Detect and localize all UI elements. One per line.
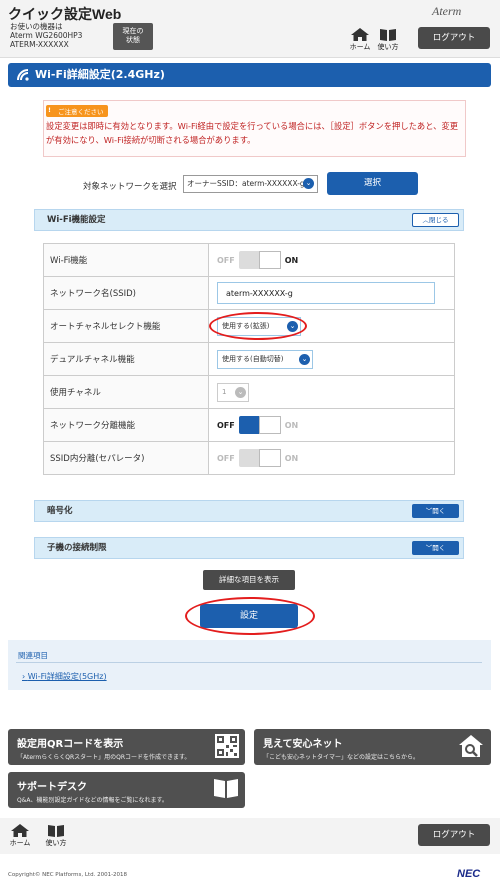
- app-title: クイック設定Web: [8, 6, 122, 22]
- logout-button[interactable]: ログアウト: [418, 27, 490, 49]
- collapse-button[interactable]: ︿閉じる: [412, 213, 459, 227]
- qr-code-icon: [215, 734, 239, 758]
- target-network-select[interactable]: オーナーSSID：aterm-XXXXXX-g ⌄: [183, 175, 318, 193]
- related-items: 関連項目 › Wi-Fi詳細設定(5GHz): [8, 640, 491, 690]
- header: クイック設定Web お使いの機器は Aterm WG2600HP3 ATERM-…: [0, 0, 500, 58]
- chevron-down-icon: ⌄: [235, 386, 246, 398]
- copyright: Copyright© NEC Platforms, Ltd. 2001-2018: [8, 872, 128, 878]
- footer-bar: ホーム 使い方 ログアウト: [0, 818, 500, 854]
- select-network-button[interactable]: 選択: [327, 172, 418, 195]
- row-label: ネットワーク名(SSID): [43, 276, 209, 310]
- howto-button[interactable]: 使い方: [376, 28, 400, 52]
- row-label: SSID内分離(セパレータ): [43, 441, 209, 475]
- qr-code-card[interactable]: 設定用QRコードを表示 「AtermらくらくQRスタート」用のQRコードを作成で…: [8, 729, 245, 765]
- chevron-down-icon: ⌄: [303, 178, 314, 189]
- home-button[interactable]: ホーム: [348, 28, 372, 52]
- ssid-separator-toggle[interactable]: OFF ON: [217, 449, 298, 467]
- ssid-input[interactable]: [217, 282, 435, 304]
- row-label: Wi-Fi機能: [43, 243, 209, 277]
- book-icon: [214, 779, 238, 798]
- table-row: ネットワーク名(SSID): [43, 276, 455, 310]
- device-info: お使いの機器は Aterm WG2600HP3 ATERM-XXXXXX: [10, 22, 83, 49]
- row-label: オートチャネルセレクト機能: [43, 309, 209, 343]
- home-search-icon: [459, 735, 483, 757]
- row-label: 使用チャネル: [43, 375, 209, 409]
- safety-net-card[interactable]: 見えて安心ネット 「こども安心ネットタイマー」などの設定はこちらから。: [254, 729, 491, 765]
- wifi-function-panel-header: Wi-Fi機能設定 ︿閉じる: [34, 209, 464, 231]
- home-button[interactable]: ホーム: [8, 824, 32, 848]
- highlight-ring: [209, 312, 307, 340]
- highlight-ring: [185, 597, 315, 635]
- howto-button[interactable]: 使い方: [44, 824, 68, 848]
- expand-button[interactable]: ﹀開く: [412, 504, 459, 518]
- nec-logo: NEC: [457, 868, 481, 880]
- aterm-logo: Aterm: [432, 4, 462, 18]
- related-link-5ghz[interactable]: › Wi-Fi詳細設定(5GHz): [22, 671, 107, 682]
- wifi-icon: [17, 69, 29, 81]
- network-isolation-toggle[interactable]: OFF ON: [217, 416, 298, 434]
- table-row: デュアルチャネル機能 使用する(自動切替) ⌄: [43, 342, 455, 376]
- page-title: Wi-Fi詳細設定(2.4GHz): [35, 68, 165, 81]
- table-row: Wi-Fi機能 OFF ON: [43, 243, 455, 277]
- table-row: ネットワーク分離機能 OFF ON: [43, 408, 455, 442]
- table-row: 使用チャネル 1 ⌄: [43, 375, 455, 409]
- support-desk-card[interactable]: サポートデスク Q&A、機能別設定ガイドなどの情報をご覧になれます。: [8, 772, 245, 808]
- channel-select[interactable]: 1 ⌄: [217, 382, 249, 402]
- wifi-settings-table: Wi-Fi機能 OFF ON ネットワーク名(SSID) オートチャネルセレクト…: [43, 243, 455, 475]
- expand-button[interactable]: ﹀開く: [412, 541, 459, 555]
- notice-text: 設定変更は即時に有効となります。Wi-Fi経由で設定を行っている場合には、［設定…: [46, 121, 459, 145]
- home-icon: [351, 28, 369, 41]
- related-title: 関連項目: [18, 651, 48, 660]
- warning-icon: !: [48, 106, 51, 114]
- chevron-down-icon: ⌄: [299, 353, 310, 365]
- row-label: ネットワーク分離機能: [43, 408, 209, 442]
- home-icon: [11, 824, 29, 837]
- dual-channel-select[interactable]: 使用する(自動切替) ⌄: [217, 349, 313, 369]
- page-title-bar: Wi-Fi詳細設定(2.4GHz): [8, 63, 491, 87]
- logout-button[interactable]: ログアウト: [418, 824, 490, 846]
- divider: [16, 662, 482, 663]
- table-row: SSID内分離(セパレータ) OFF ON: [43, 441, 455, 475]
- notice-box: ! ご注意ください 設定変更は即時に有効となります。Wi-Fi経由で設定を行って…: [43, 100, 466, 157]
- encryption-panel-header[interactable]: 暗号化 ﹀開く: [34, 500, 464, 522]
- book-icon: [380, 29, 396, 41]
- target-network-label: 対象ネットワークを選択: [83, 182, 177, 192]
- table-row: オートチャネルセレクト機能 使用する(拡張) ⌄: [43, 309, 455, 343]
- notice-badge: ! ご注意ください: [46, 105, 108, 117]
- row-label: デュアルチャネル機能: [43, 342, 209, 376]
- client-limit-panel-header[interactable]: 子機の接続制限 ﹀開く: [34, 537, 464, 559]
- wifi-function-toggle[interactable]: OFF ON: [217, 251, 298, 269]
- show-details-button[interactable]: 詳細な項目を表示: [203, 570, 295, 590]
- book-icon: [48, 825, 64, 837]
- current-status-button[interactable]: 現在の 状態: [113, 23, 153, 50]
